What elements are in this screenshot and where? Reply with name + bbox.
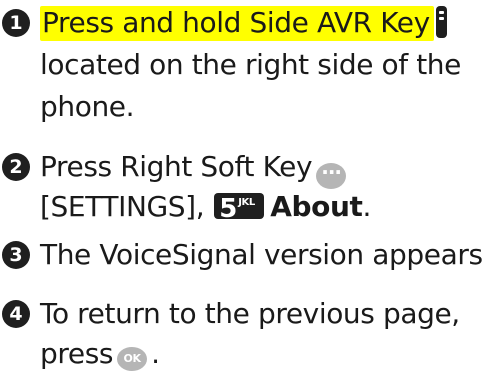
- step-number-4: 4: [2, 300, 30, 328]
- step-4-press: press: [40, 337, 114, 370]
- ok-key-icon: OK: [117, 347, 148, 371]
- key-5-icon: 5 JKL: [214, 193, 265, 224]
- step-number-2: 2: [2, 153, 30, 181]
- step-1-highlight: Press and hold Side AVR Key: [40, 6, 434, 41]
- step-number-1: 1: [2, 9, 30, 37]
- step-number-3: 3: [2, 241, 30, 269]
- step-4-line-2: press OK.: [40, 331, 160, 377]
- key-5-letters: JKL: [238, 197, 255, 208]
- step-1-line-3: phone.: [40, 90, 135, 123]
- step-2-settings: [SETTINGS],: [40, 190, 205, 223]
- key-5-digit: 5: [219, 194, 237, 224]
- step-1-line-1: Press and hold Side AVR Key: [40, 0, 447, 46]
- step-2-about: About: [270, 190, 363, 223]
- step-2-line-2: [SETTINGS], 5 JKL About.: [40, 184, 371, 230]
- step-1-line-2: located on the right side of the: [40, 48, 461, 81]
- step-2-period: .: [362, 190, 371, 223]
- step-2-text: Press Right Soft Key: [40, 150, 313, 183]
- side-avr-key-icon: [435, 6, 447, 38]
- step-3-line-1: The VoiceSignal version appears.: [40, 238, 483, 271]
- step-4-period: .: [151, 337, 160, 370]
